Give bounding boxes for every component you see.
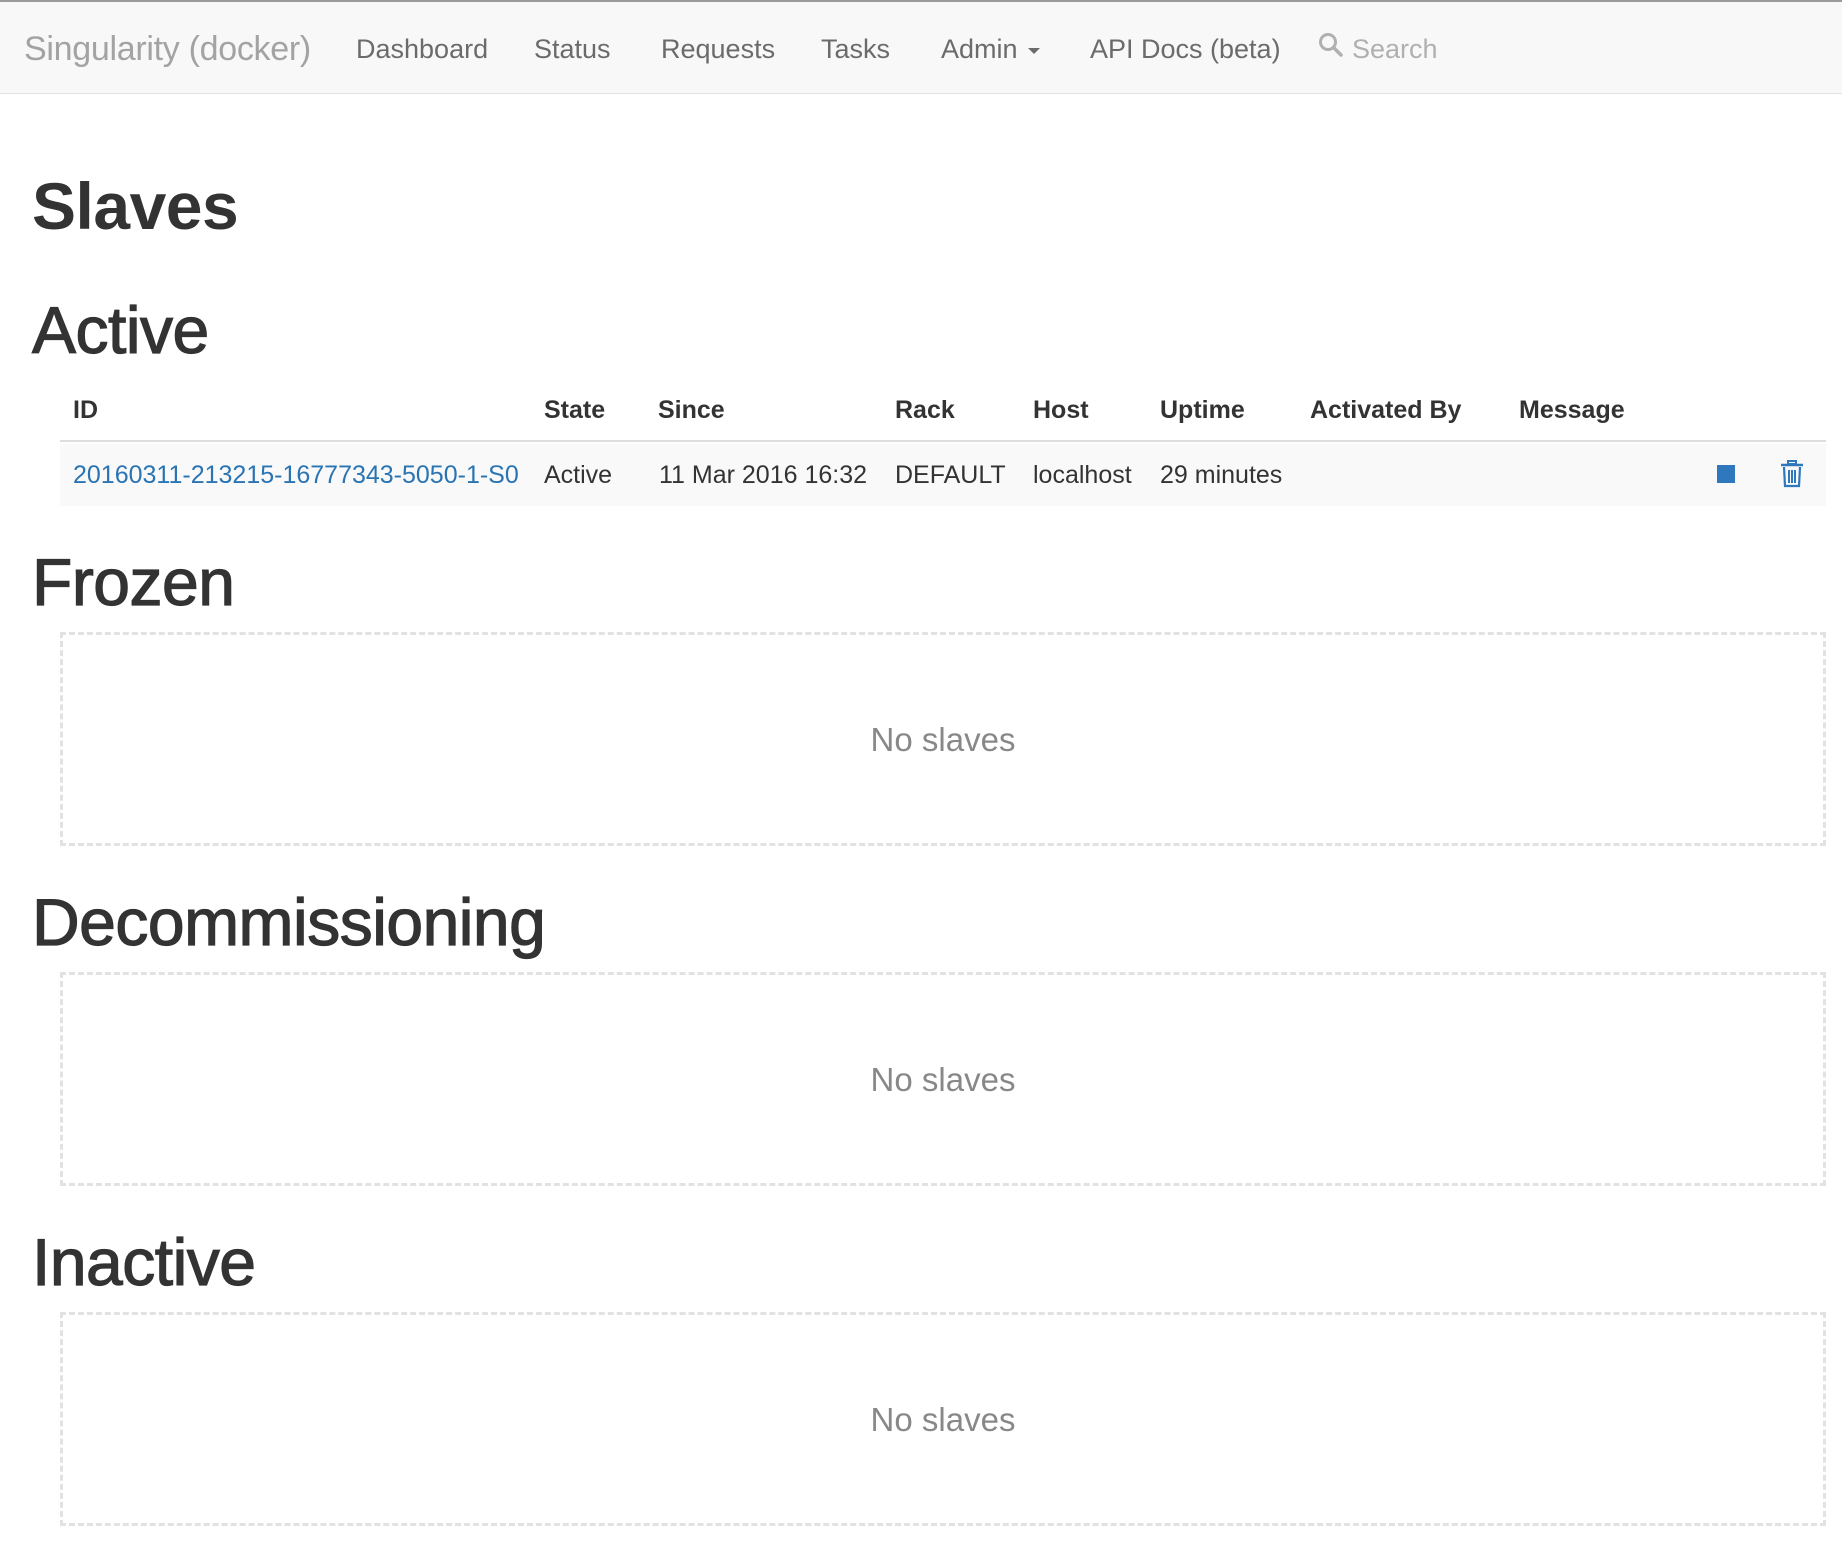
nav-admin-dropdown[interactable]: Admin — [941, 34, 1040, 65]
nav-dashboard[interactable]: Dashboard — [356, 34, 488, 65]
caret-down-icon — [1027, 47, 1040, 54]
nav-admin-label: Admin — [941, 34, 1018, 64]
trash-icon[interactable] — [1780, 460, 1804, 488]
frozen-empty-state: No slaves — [60, 632, 1826, 846]
search-input[interactable] — [1352, 32, 1572, 66]
section-title-inactive: Inactive — [31, 1224, 256, 1299]
empty-message: No slaves — [870, 721, 1016, 758]
section-title-frozen: Frozen — [31, 544, 235, 619]
slave-id-link[interactable]: 20160311-213215-16777343-5050-1-S0 — [73, 461, 519, 490]
column-header-id: ID — [73, 396, 98, 424]
slave-since: 11 Mar 2016 16:32 — [659, 461, 868, 489]
search-box[interactable] — [1318, 32, 1578, 68]
section-title-active: Active — [31, 292, 209, 367]
decommissioning-empty-state: No slaves — [60, 972, 1826, 1186]
nav-status[interactable]: Status — [534, 34, 611, 65]
nav-requests[interactable]: Requests — [661, 34, 775, 65]
empty-message: No slaves — [870, 1061, 1016, 1098]
column-header-state: State — [544, 396, 606, 424]
empty-message: No slaves — [870, 1401, 1016, 1438]
column-header-message: Message — [1519, 396, 1625, 424]
nav-tasks[interactable]: Tasks — [821, 34, 890, 65]
search-icon — [1319, 33, 1343, 57]
section-title-decommissioning: Decommissioning — [31, 884, 546, 959]
slaves-table-header: ID State Since Rack Host Uptime Activate… — [60, 390, 1826, 442]
slave-state: Active — [544, 461, 613, 489]
slave-uptime: 29 minutes — [1160, 461, 1283, 489]
column-header-uptime: Uptime — [1160, 396, 1245, 424]
column-header-rack: Rack — [895, 396, 955, 424]
brand-logo[interactable]: Singularity (docker) — [24, 30, 311, 69]
page-title: Slaves — [32, 169, 239, 243]
column-header-activated-by: Activated By — [1310, 396, 1462, 424]
inactive-empty-state: No slaves — [60, 1312, 1826, 1526]
table-row: 20160311-213215-16777343-5050-1-S0 Activ… — [60, 444, 1826, 506]
column-header-since: Since — [658, 396, 725, 424]
slave-rack: DEFAULT — [895, 461, 1006, 489]
navbar: Singularity (docker) Dashboard Status Re… — [0, 0, 1842, 94]
slave-host: localhost — [1033, 461, 1132, 489]
nav-api-docs[interactable]: API Docs (beta) — [1090, 34, 1281, 65]
column-header-host: Host — [1033, 396, 1089, 424]
freeze-icon[interactable] — [1717, 465, 1735, 483]
